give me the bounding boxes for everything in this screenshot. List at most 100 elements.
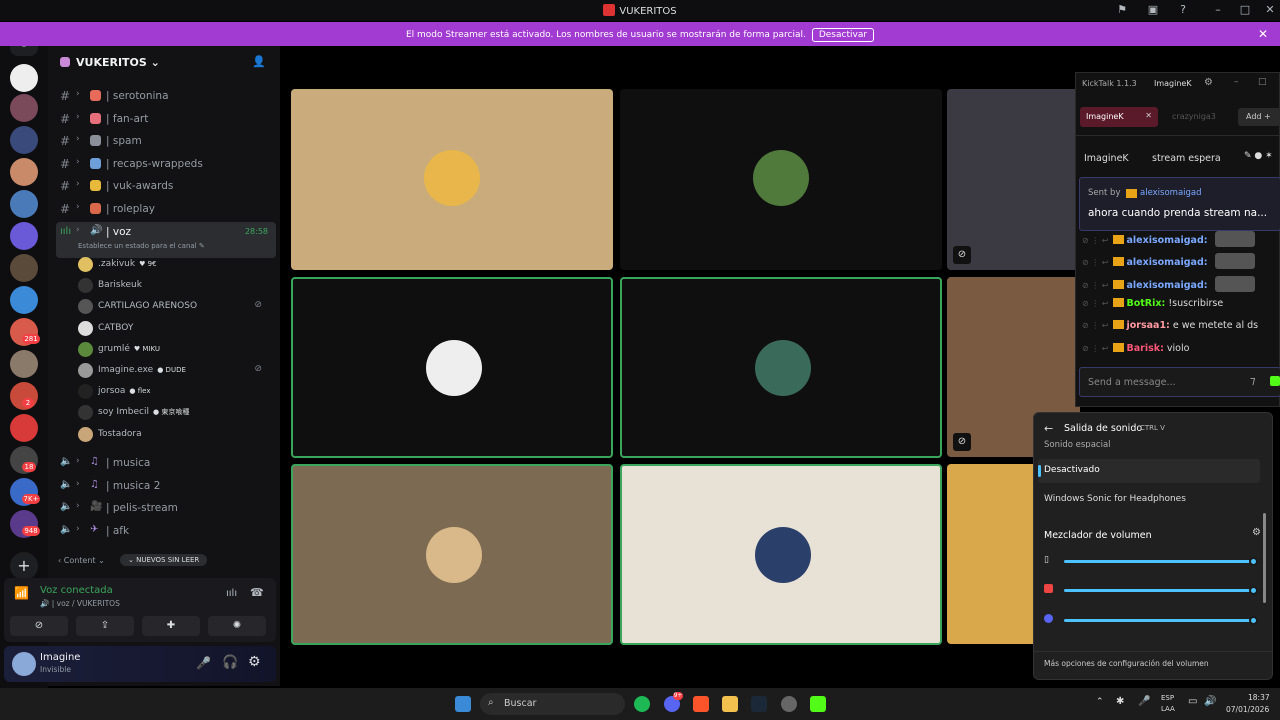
tab-imaginek[interactable]: ImagineK ✕: [1080, 107, 1158, 127]
maximize-button[interactable]: □: [1237, 3, 1253, 17]
emote-icon[interactable]: ⁊: [1250, 374, 1255, 387]
chat-message[interactable]: ⊘ ⋮ ↩ BotRix: !suscribirse: [1082, 297, 1278, 318]
disable-streamer-button[interactable]: Desactivar: [811, 28, 875, 42]
tab-crazyniga3[interactable]: crazyniga3: [1172, 112, 1216, 121]
spotify-icon[interactable]: [634, 696, 650, 712]
volume-slider[interactable]: [1064, 586, 1258, 595]
participant-tile[interactable]: [620, 277, 942, 458]
camera-off-button[interactable]: ⊘: [10, 616, 68, 636]
invite-icon[interactable]: 👤: [252, 55, 266, 68]
mic-icon[interactable]: 🎤: [1138, 696, 1150, 707]
chat-username[interactable]: alexisomaigad:: [1127, 280, 1208, 291]
network-icon[interactable]: ▭: [1188, 696, 1197, 707]
chat-username[interactable]: alexisomaigad:: [1127, 235, 1208, 246]
voice-member[interactable]: Bariskeuk: [78, 276, 268, 296]
close-button[interactable]: ✕: [1262, 3, 1278, 17]
chat-message[interactable]: ⊘ ⋮ ↩ alexisomaigad:: [1082, 231, 1278, 251]
category-content[interactable]: ‹ Content ⌄: [58, 556, 105, 565]
headphones-icon[interactable]: 🎧: [222, 655, 238, 670]
participant-tile[interactable]: [291, 464, 613, 645]
help-icon[interactable]: ?: [1175, 3, 1191, 17]
clock-time[interactable]: 18:37: [1248, 693, 1270, 702]
unread-button[interactable]: ⌄ NUEVOS SIN LEER: [120, 554, 208, 566]
option-disabled[interactable]: Desactivado: [1038, 459, 1260, 483]
chat-message[interactable]: ⊘ ⋮ ↩ Barisk: violo: [1082, 342, 1278, 363]
voice-channel-item[interactable]: 🔈 › ♫ | musica: [56, 453, 276, 473]
server-icon-2[interactable]: [10, 94, 38, 122]
server-icon-7[interactable]: [10, 254, 38, 282]
user-name[interactable]: Imagine: [40, 652, 80, 663]
activities-button[interactable]: ✚: [142, 616, 200, 636]
screen-share-button[interactable]: ⇪: [76, 616, 134, 636]
mod-actions-icon[interactable]: ⊘ ⋮ ↩: [1082, 321, 1109, 330]
server-icon-6[interactable]: [10, 222, 38, 250]
add-tab-button[interactable]: Add +: [1238, 108, 1280, 126]
bluetooth-icon[interactable]: ✱: [1116, 696, 1124, 707]
participant-tile[interactable]: [620, 464, 942, 645]
slider-knob[interactable]: [1249, 616, 1258, 625]
disconnect-icon[interactable]: ☎: [250, 586, 264, 599]
participant-tile[interactable]: [291, 277, 613, 458]
gear-icon[interactable]: ⚙: [1204, 77, 1213, 88]
option-windows-sonic[interactable]: Windows Sonic for Headphones: [1044, 494, 1186, 504]
kicktalk-user[interactable]: ImagineK: [1154, 79, 1192, 88]
soundboard-button[interactable]: ✺: [208, 616, 266, 636]
mixer-settings-icon[interactable]: ⚙: [1252, 527, 1261, 538]
more-volume-options-link[interactable]: Más opciones de configuración del volume…: [1044, 659, 1209, 668]
voice-member[interactable]: Imagine.exe ● DUDE ⊘: [78, 361, 268, 381]
participant-tile[interactable]: [620, 89, 942, 270]
mod-actions-icon[interactable]: ⊘ ⋮ ↩: [1082, 344, 1109, 353]
signal-icon[interactable]: 📶: [14, 586, 29, 600]
brave-icon[interactable]: [693, 696, 709, 712]
voice-member[interactable]: CARTILAGO ARENOSO ⊘: [78, 297, 268, 317]
channel-item[interactable]: # › | recaps-wrappeds: [56, 154, 276, 174]
channel-item[interactable]: # › | vuk-awards: [56, 176, 276, 196]
kicktalk-icon[interactable]: [810, 696, 826, 712]
channel-item[interactable]: # › | roleplay: [56, 199, 276, 219]
mod-actions-icon[interactable]: ⊘ ⋮ ↩: [1082, 258, 1109, 267]
volume-slider[interactable]: [1064, 557, 1258, 566]
voice-member[interactable]: soy Imbecil ● 東京喰種: [78, 403, 268, 423]
language-layout[interactable]: LAA: [1161, 705, 1175, 713]
chat-message[interactable]: ⊘ ⋮ ↩ alexisomaigad:: [1082, 253, 1278, 273]
server-icon-1[interactable]: [10, 64, 38, 92]
voice-member[interactable]: .zakivuk ♥ 9€: [78, 255, 268, 275]
server-icon-8[interactable]: [10, 286, 38, 314]
voice-channel-voz[interactable]: ıılı › 🔊 | voz 28:58 Establece un estado…: [56, 222, 276, 258]
inbox-icon[interactable]: ⚑: [1114, 3, 1130, 17]
mod-actions-icon[interactable]: ⊘ ⋮ ↩: [1082, 236, 1109, 245]
screen-icon[interactable]: ▣: [1145, 3, 1161, 17]
settings-gear-icon[interactable]: ⚙: [248, 654, 261, 670]
server-icon-5[interactable]: [10, 190, 38, 218]
mod-actions-icon[interactable]: ⊘ ⋮ ↩: [1082, 281, 1109, 290]
tray-chevron-icon[interactable]: ⌃: [1096, 697, 1104, 707]
server-header[interactable]: VUKERITOS ⌄ 👤: [48, 46, 280, 78]
voice-channel-item[interactable]: 🔈 › ✈ | afk: [56, 521, 276, 541]
participant-tile[interactable]: [947, 464, 1037, 644]
windows-start-icon[interactable]: [455, 696, 471, 712]
close-icon[interactable]: ✕: [1258, 27, 1268, 41]
channel-item[interactable]: # › | serotonina: [56, 86, 276, 106]
minimize-button[interactable]: –: [1210, 3, 1226, 17]
maximize-button[interactable]: □: [1258, 77, 1267, 87]
language-indicator[interactable]: ESP: [1161, 694, 1174, 702]
slider-knob[interactable]: [1249, 557, 1258, 566]
participant-tile[interactable]: ⊘: [947, 89, 1080, 270]
voice-member[interactable]: Tostadora: [78, 425, 268, 445]
voice-channel-item[interactable]: 🔈 › 🎥 | pelis-stream: [56, 498, 276, 518]
taskbar-search[interactable]: ⌕ Buscar: [480, 693, 625, 715]
server-icon-4[interactable]: [10, 158, 38, 186]
noise-icon[interactable]: ıılı: [226, 588, 237, 599]
chat-username[interactable]: BotRix:: [1127, 298, 1166, 309]
pinned-message[interactable]: Sent by alexisomaigad ahora cuando prend…: [1079, 177, 1280, 231]
participant-tile[interactable]: [291, 89, 613, 270]
channel-item[interactable]: # › | fan-art: [56, 109, 276, 129]
minimize-button[interactable]: –: [1234, 77, 1239, 87]
chat-message[interactable]: ⊘ ⋮ ↩ alexisomaigad:: [1082, 275, 1278, 296]
voice-channel-item[interactable]: 🔈 › ♫ | musica 2: [56, 476, 276, 496]
chat-message[interactable]: ⊘ ⋮ ↩ jorsaa1: e we metete al ds: [1082, 320, 1278, 340]
avatar[interactable]: [12, 652, 36, 676]
kick-icon[interactable]: [1270, 376, 1280, 386]
chat-input[interactable]: Send a message... ⁊: [1079, 367, 1280, 397]
close-icon[interactable]: ✕: [1145, 111, 1152, 120]
